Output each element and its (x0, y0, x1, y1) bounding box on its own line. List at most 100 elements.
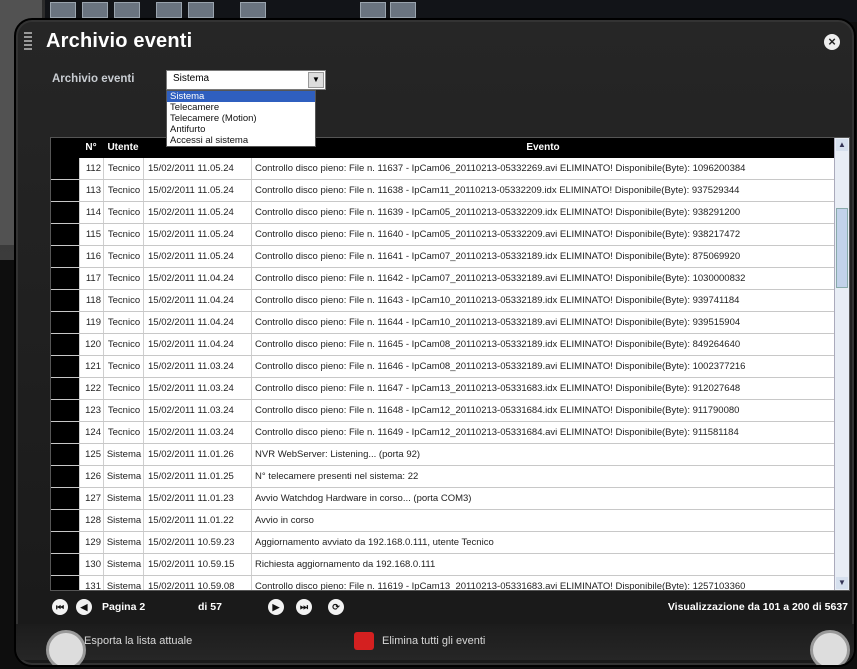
vertical-scrollbar[interactable]: ▲ ▼ (834, 138, 849, 590)
table-row[interactable]: 129 Sistema 15/02/2011 10.59.23 Aggiornamen… (51, 532, 835, 554)
scroll-thumb[interactable] (836, 208, 848, 288)
corner-back-button[interactable] (46, 630, 86, 665)
records-summary: Visualizzazione da 101 a 200 di 5637 (667, 601, 848, 613)
chevron-down-icon[interactable]: ▼ (308, 72, 324, 88)
cell-user: Sistema (103, 576, 144, 590)
refresh-icon[interactable]: ⟳ (328, 599, 344, 615)
row-marker (51, 466, 79, 487)
taskbar-icon[interactable] (114, 2, 140, 18)
cell-event: Controllo disco pieno: File n. 11640 - I… (251, 224, 837, 245)
dropdown-option[interactable]: Sistema (167, 91, 315, 102)
table-row[interactable]: 123 Tecnico 15/02/2011 11.03.24 Controllo d… (51, 400, 835, 422)
taskbar-icon[interactable] (240, 2, 266, 18)
first-page-icon[interactable]: ⏮ (52, 599, 68, 615)
row-marker (51, 312, 79, 333)
cell-date: 15/02/2011 10.59.23 (143, 532, 256, 553)
cell-user: Tecnico (103, 202, 144, 223)
cell-event: Avvio in corso (251, 510, 837, 531)
table-row[interactable]: 119 Tecnico 15/02/2011 11.04.24 Controllo d… (51, 312, 835, 334)
cell-user: Tecnico (103, 312, 144, 333)
cell-num: 131 (79, 576, 104, 590)
cell-num: 129 (79, 532, 104, 553)
table-row[interactable]: 124 Tecnico 15/02/2011 11.03.24 Controllo d… (51, 422, 835, 444)
export-list-button[interactable]: Esporta la lista attuale (56, 632, 256, 652)
table-row[interactable]: 114 Tecnico 15/02/2011 11.05.24 Controllo d… (51, 202, 835, 224)
table-row[interactable]: 116 Tecnico 15/02/2011 11.05.24 Controllo d… (51, 246, 835, 268)
cell-date: 15/02/2011 11.01.23 (143, 488, 256, 509)
cell-date: 15/02/2011 11.05.24 (143, 246, 256, 267)
cell-event: N° telecamere presenti nel sistema: 22 (251, 466, 837, 487)
cell-date: 15/02/2011 11.03.24 (143, 356, 256, 377)
header-user[interactable]: Utente (103, 138, 143, 158)
scroll-down-icon[interactable]: ▼ (836, 577, 848, 589)
drag-grip-icon[interactable] (24, 32, 32, 50)
cell-num: 115 (79, 224, 104, 245)
cell-event: Controllo disco pieno: File n. 11646 - I… (251, 356, 837, 377)
table-row[interactable]: 120 Tecnico 15/02/2011 11.04.24 Controllo d… (51, 334, 835, 356)
cell-user: Sistema (103, 532, 144, 553)
taskbar-icon[interactable] (50, 2, 76, 18)
archive-window: Archivio eventi × Archivio eventi Sistem… (14, 18, 856, 667)
table-row[interactable]: 112 Tecnico 15/02/2011 11.05.24 Controllo d… (51, 158, 835, 180)
corner-forward-button[interactable] (810, 630, 850, 665)
dropdown-option[interactable]: Telecamere (167, 102, 315, 113)
table-row[interactable]: 118 Tecnico 15/02/2011 11.04.24 Controllo d… (51, 290, 835, 312)
delete-all-events-button[interactable]: Elimina tutti gli eventi (354, 632, 554, 652)
footer-bar: Esporta la lista attuale Elimina tutti g… (16, 624, 854, 665)
cell-user: Sistema (103, 488, 144, 509)
cell-num: 119 (79, 312, 104, 333)
table-row[interactable]: 117 Tecnico 15/02/2011 11.04.24 Controllo d… (51, 268, 835, 290)
last-page-icon[interactable]: ⏭ (296, 599, 312, 615)
table-row[interactable]: 128 Sistema 15/02/2011 11.01.22 Avvio in co… (51, 510, 835, 532)
table-row[interactable]: 131 Sistema 15/02/2011 10.59.08 Controllo d… (51, 576, 835, 590)
table-row[interactable]: 125 Sistema 15/02/2011 11.01.26 NVR WebServ… (51, 444, 835, 466)
cell-event: Avvio Watchdog Hardware in corso... (por… (251, 488, 837, 509)
cell-event: Controllo disco pieno: File n. 11638 - I… (251, 180, 837, 201)
cell-user: Tecnico (103, 290, 144, 311)
cell-user: Tecnico (103, 356, 144, 377)
cell-date: 15/02/2011 11.01.26 (143, 444, 256, 465)
row-marker (51, 532, 79, 553)
cell-user: Sistema (103, 466, 144, 487)
row-marker (51, 224, 79, 245)
cell-user: Tecnico (103, 422, 144, 443)
select-value: Sistema (173, 73, 210, 84)
cell-user: Tecnico (103, 246, 144, 267)
cell-num: 117 (79, 268, 104, 289)
table-row[interactable]: 130 Sistema 15/02/2011 10.59.15 Richiesta a… (51, 554, 835, 576)
taskbar-icon[interactable] (82, 2, 108, 18)
cell-event: Controllo disco pieno: File n. 11647 - I… (251, 378, 837, 399)
dropdown-option[interactable]: Accessi al sistema (167, 135, 315, 146)
table-row[interactable]: 115 Tecnico 15/02/2011 11.05.24 Controllo d… (51, 224, 835, 246)
cell-event: Controllo disco pieno: File n. 11645 - I… (251, 334, 837, 355)
table-row[interactable]: 126 Sistema 15/02/2011 11.01.25 N° telecame… (51, 466, 835, 488)
cell-date: 15/02/2011 11.01.25 (143, 466, 256, 487)
taskbar-icon[interactable] (360, 2, 386, 18)
cell-date: 15/02/2011 11.01.22 (143, 510, 256, 531)
header-event[interactable]: Evento (251, 138, 835, 158)
title-bar: Archivio eventi × (16, 20, 854, 62)
scroll-up-icon[interactable]: ▲ (836, 139, 848, 151)
cell-num: 122 (79, 378, 104, 399)
cell-event: Aggiornamento avviato da 192.168.0.111, … (251, 532, 837, 553)
next-page-icon[interactable]: ▶ (268, 599, 284, 615)
taskbar-icon[interactable] (188, 2, 214, 18)
cell-num: 116 (79, 246, 104, 267)
table-row[interactable]: 127 Sistema 15/02/2011 11.01.23 Avvio Watch… (51, 488, 835, 510)
table-row[interactable]: 122 Tecnico 15/02/2011 11.03.24 Controllo d… (51, 378, 835, 400)
cell-date: 15/02/2011 11.04.24 (143, 290, 256, 311)
cell-user: Tecnico (103, 158, 144, 179)
cell-event: Controllo disco pieno: File n. 11639 - I… (251, 202, 837, 223)
taskbar-icon[interactable] (390, 2, 416, 18)
table-row[interactable]: 113 Tecnico 15/02/2011 11.05.24 Controllo d… (51, 180, 835, 202)
close-icon[interactable]: × (824, 34, 840, 50)
event-type-select[interactable]: Sistema ▼ (166, 70, 326, 90)
cell-event: Controllo disco pieno: File n. 11637 - I… (251, 158, 837, 179)
dropdown-option[interactable]: Telecamere (Motion) (167, 113, 315, 124)
table-row[interactable]: 121 Tecnico 15/02/2011 11.03.24 Controllo d… (51, 356, 835, 378)
taskbar-icon[interactable] (156, 2, 182, 18)
cell-num: 118 (79, 290, 104, 311)
previous-page-icon[interactable]: ◀ (76, 599, 92, 615)
dropdown-option[interactable]: Antifurto (167, 124, 315, 135)
header-num[interactable]: N° (79, 138, 103, 158)
